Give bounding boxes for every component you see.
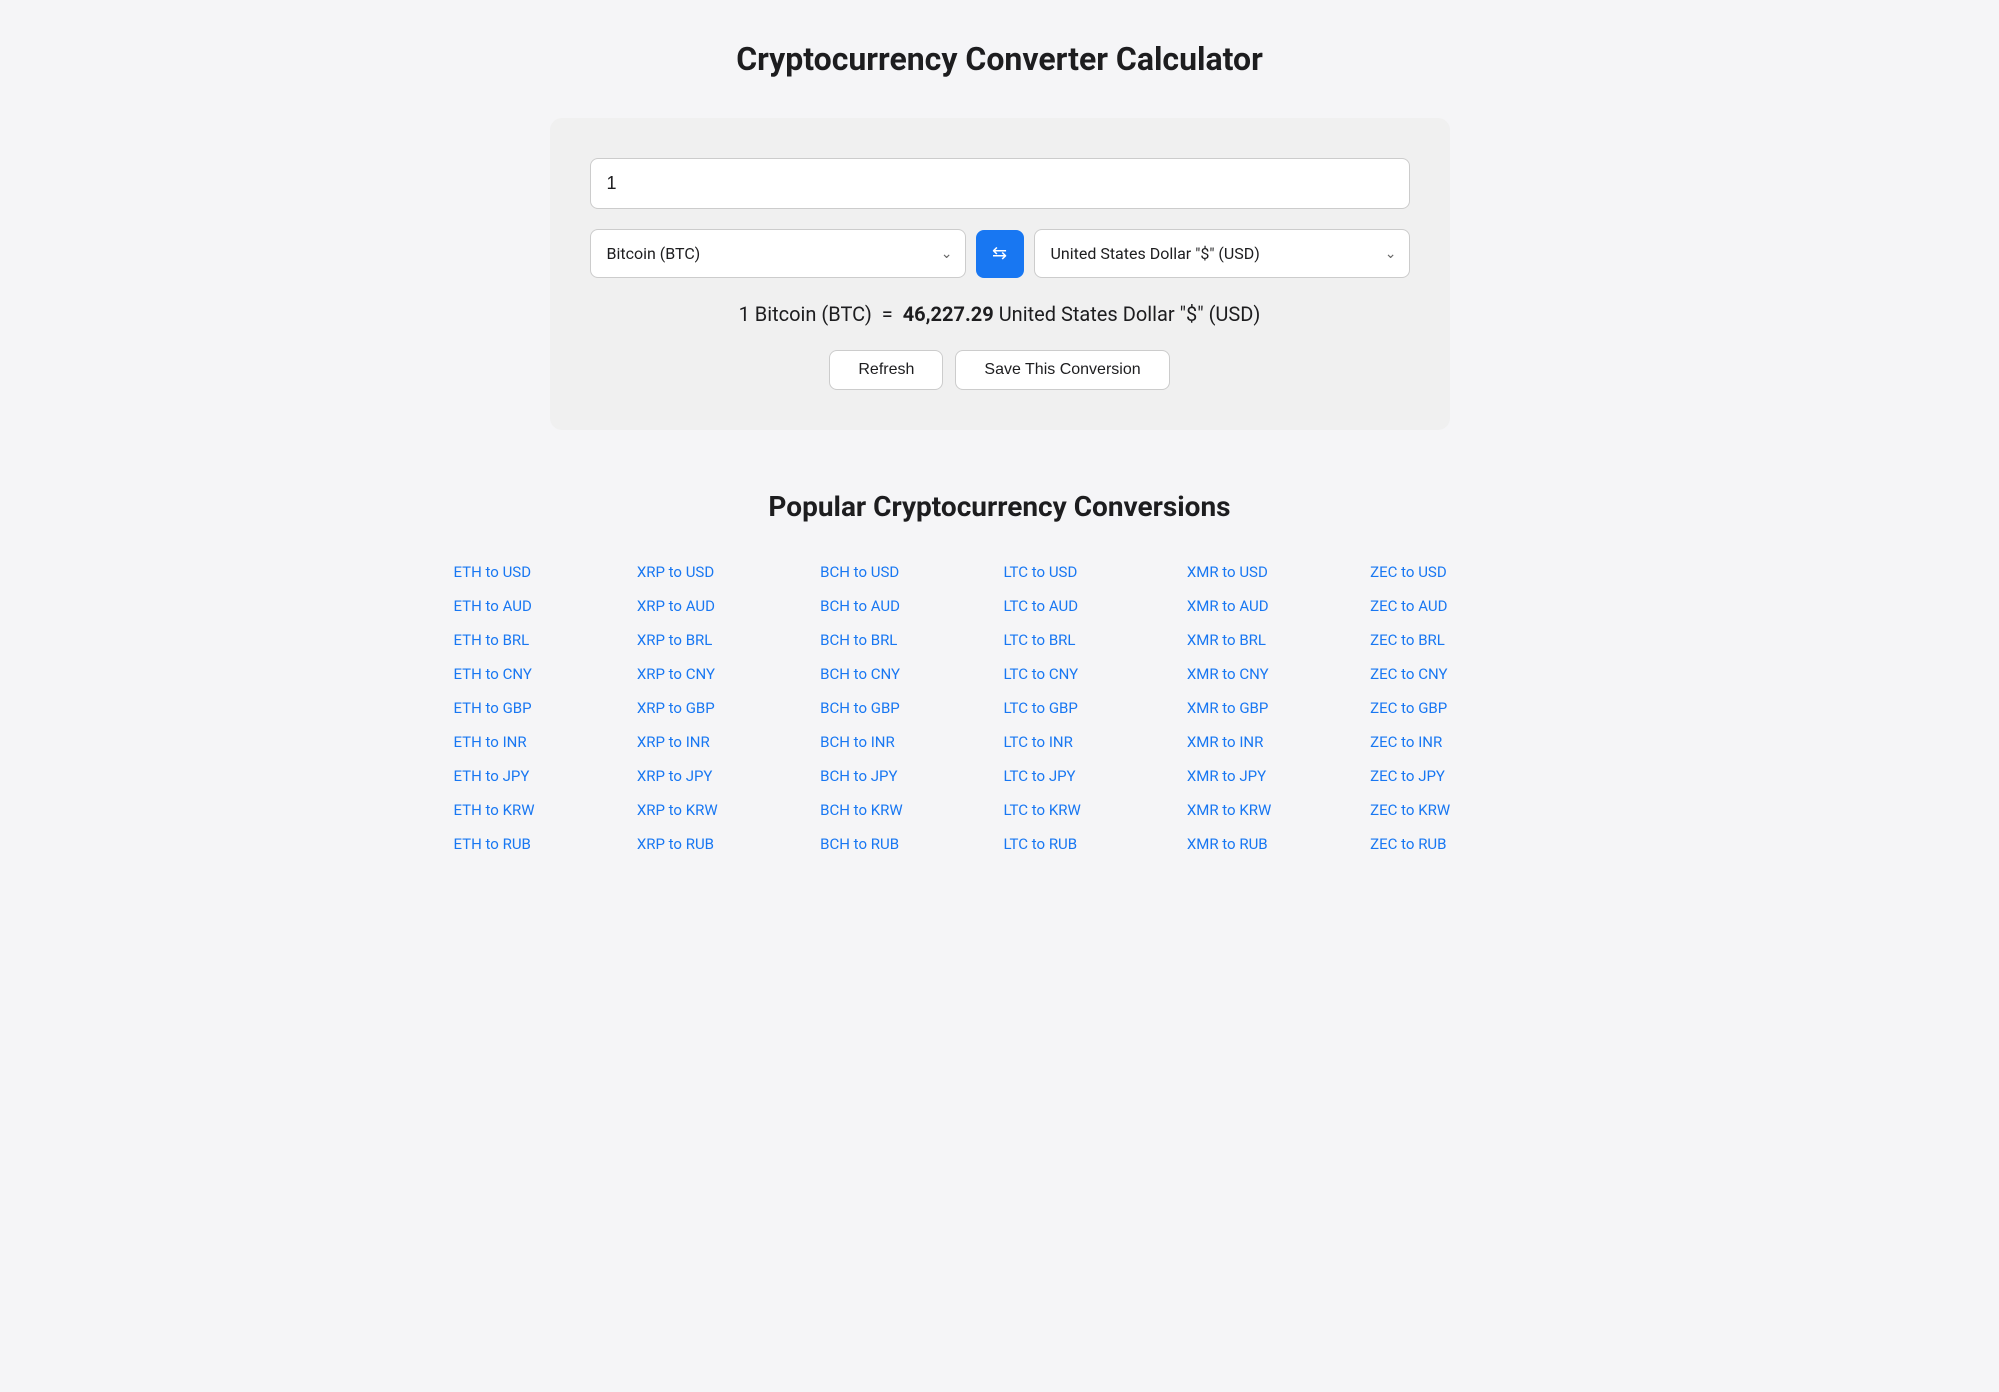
from-currency-label: Bitcoin (BTC) bbox=[591, 230, 929, 277]
conversion-link[interactable]: ETH to RUB bbox=[450, 827, 633, 861]
conversion-link[interactable]: XRP to AUD bbox=[633, 589, 816, 623]
conversion-link[interactable]: ETH to CNY bbox=[450, 657, 633, 691]
conversions-grid: ETH to USDXRP to USDBCH to USDLTC to USD… bbox=[450, 555, 1550, 861]
conversion-link[interactable]: BCH to RUB bbox=[816, 827, 999, 861]
conversion-link[interactable]: BCH to AUD bbox=[816, 589, 999, 623]
conversion-link[interactable]: LTC to AUD bbox=[999, 589, 1182, 623]
conversion-link[interactable]: XRP to BRL bbox=[633, 623, 816, 657]
conversion-link[interactable]: XRP to GBP bbox=[633, 691, 816, 725]
conversion-link[interactable]: BCH to GBP bbox=[816, 691, 999, 725]
currency-row: Bitcoin (BTC) ⌄ ⇆ United States Dollar "… bbox=[590, 229, 1410, 278]
conversion-link[interactable]: ZEC to KRW bbox=[1366, 793, 1549, 827]
conversion-link[interactable]: XMR to GBP bbox=[1183, 691, 1366, 725]
conversion-link[interactable]: ETH to AUD bbox=[450, 589, 633, 623]
conversion-link[interactable]: XRP to CNY bbox=[633, 657, 816, 691]
result-currency-label: United States Dollar "$" (USD) bbox=[999, 302, 1261, 326]
save-conversion-button[interactable]: Save This Conversion bbox=[955, 350, 1169, 390]
from-currency-chevron-icon: ⌄ bbox=[929, 232, 965, 276]
conversion-link[interactable]: LTC to INR bbox=[999, 725, 1182, 759]
conversion-link[interactable]: ZEC to BRL bbox=[1366, 623, 1549, 657]
conversion-link[interactable]: LTC to BRL bbox=[999, 623, 1182, 657]
conversion-link[interactable]: LTC to CNY bbox=[999, 657, 1182, 691]
conversion-link[interactable]: ZEC to CNY bbox=[1366, 657, 1549, 691]
conversion-link[interactable]: XMR to USD bbox=[1183, 555, 1366, 589]
conversion-link[interactable]: XMR to RUB bbox=[1183, 827, 1366, 861]
conversion-link[interactable]: XMR to JPY bbox=[1183, 759, 1366, 793]
result-row: 1 Bitcoin (BTC) = 46,227.29 United State… bbox=[590, 302, 1410, 326]
action-buttons: Refresh Save This Conversion bbox=[590, 350, 1410, 390]
conversion-link[interactable]: ETH to GBP bbox=[450, 691, 633, 725]
conversion-link[interactable]: LTC to KRW bbox=[999, 793, 1182, 827]
conversion-link[interactable]: ZEC to RUB bbox=[1366, 827, 1549, 861]
conversion-link[interactable]: ETH to JPY bbox=[450, 759, 633, 793]
conversion-link[interactable]: LTC to USD bbox=[999, 555, 1182, 589]
conversion-link[interactable]: ZEC to JPY bbox=[1366, 759, 1549, 793]
popular-title: Popular Cryptocurrency Conversions bbox=[450, 490, 1550, 523]
swap-icon: ⇆ bbox=[992, 243, 1007, 264]
conversion-link[interactable]: ZEC to GBP bbox=[1366, 691, 1549, 725]
conversion-link[interactable]: XMR to AUD bbox=[1183, 589, 1366, 623]
conversion-link[interactable]: BCH to CNY bbox=[816, 657, 999, 691]
result-value: 46,227.29 bbox=[903, 302, 994, 326]
popular-section: Popular Cryptocurrency Conversions ETH t… bbox=[450, 490, 1550, 861]
result-equals: = bbox=[877, 302, 903, 326]
conversion-link[interactable]: ZEC to AUD bbox=[1366, 589, 1549, 623]
conversion-link[interactable]: BCH to JPY bbox=[816, 759, 999, 793]
conversion-link[interactable]: ZEC to INR bbox=[1366, 725, 1549, 759]
result-from-label: 1 Bitcoin (BTC) bbox=[739, 302, 872, 326]
to-currency-wrapper[interactable]: United States Dollar "$" (USD) ⌄ bbox=[1034, 229, 1410, 278]
conversion-link[interactable]: BCH to KRW bbox=[816, 793, 999, 827]
conversion-link[interactable]: LTC to JPY bbox=[999, 759, 1182, 793]
converter-card: Bitcoin (BTC) ⌄ ⇆ United States Dollar "… bbox=[550, 118, 1450, 430]
conversion-link[interactable]: XMR to KRW bbox=[1183, 793, 1366, 827]
conversion-link[interactable]: ETH to USD bbox=[450, 555, 633, 589]
conversion-link[interactable]: LTC to RUB bbox=[999, 827, 1182, 861]
conversion-link[interactable]: LTC to GBP bbox=[999, 691, 1182, 725]
conversion-link[interactable]: BCH to BRL bbox=[816, 623, 999, 657]
conversion-link[interactable]: XRP to RUB bbox=[633, 827, 816, 861]
page-title: Cryptocurrency Converter Calculator bbox=[20, 40, 1979, 78]
conversion-link[interactable]: XMR to CNY bbox=[1183, 657, 1366, 691]
conversion-link[interactable]: BCH to INR bbox=[816, 725, 999, 759]
conversion-link[interactable]: XRP to KRW bbox=[633, 793, 816, 827]
conversion-link[interactable]: XMR to INR bbox=[1183, 725, 1366, 759]
conversion-link[interactable]: XMR to BRL bbox=[1183, 623, 1366, 657]
swap-button[interactable]: ⇆ bbox=[976, 230, 1024, 278]
from-currency-wrapper[interactable]: Bitcoin (BTC) ⌄ bbox=[590, 229, 966, 278]
conversion-link[interactable]: XRP to JPY bbox=[633, 759, 816, 793]
conversion-link[interactable]: BCH to USD bbox=[816, 555, 999, 589]
conversion-link[interactable]: ETH to INR bbox=[450, 725, 633, 759]
amount-input[interactable] bbox=[590, 158, 1410, 209]
to-currency-chevron-icon: ⌄ bbox=[1373, 232, 1409, 276]
conversion-link[interactable]: ETH to BRL bbox=[450, 623, 633, 657]
conversion-link[interactable]: ETH to KRW bbox=[450, 793, 633, 827]
conversion-link[interactable]: XRP to INR bbox=[633, 725, 816, 759]
to-currency-label: United States Dollar "$" (USD) bbox=[1035, 230, 1373, 277]
refresh-button[interactable]: Refresh bbox=[829, 350, 943, 390]
conversion-link[interactable]: XRP to USD bbox=[633, 555, 816, 589]
conversion-link[interactable]: ZEC to USD bbox=[1366, 555, 1549, 589]
